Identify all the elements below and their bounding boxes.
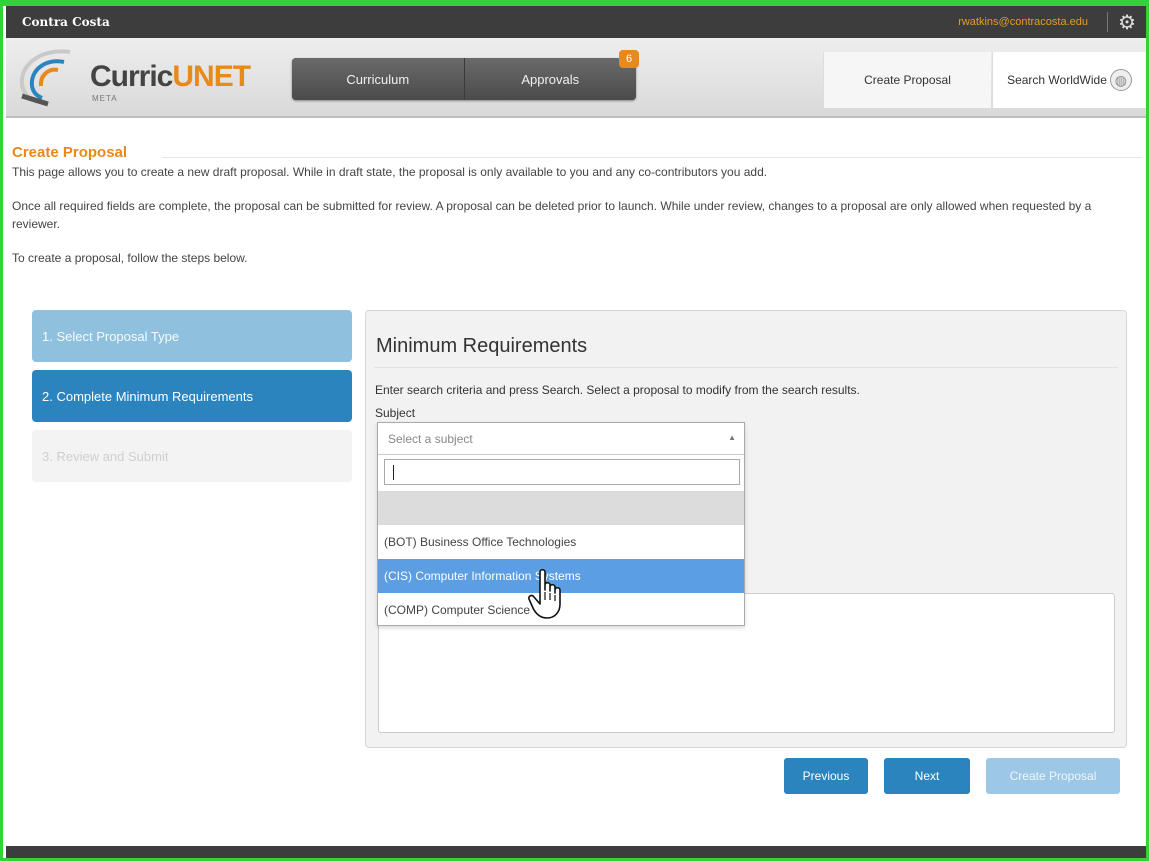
subject-select-placeholder: Select a subject bbox=[388, 431, 473, 446]
panel-divider bbox=[374, 367, 1118, 368]
intro-paragraph-2: Once all required fields are complete, t… bbox=[12, 199, 1092, 231]
intro-paragraph-3: To create a proposal, follow the steps b… bbox=[12, 251, 248, 265]
text-caret bbox=[393, 465, 394, 480]
logo-meta-text: META bbox=[92, 94, 118, 103]
globe-icon: ◍ bbox=[1109, 69, 1132, 91]
subject-option-bot[interactable]: (BOT) Business Office Technologies bbox=[378, 525, 744, 559]
step-complete-minimum-requirements[interactable]: 2. Complete Minimum Requirements bbox=[32, 370, 352, 422]
panel-description: Enter search criteria and press Search. … bbox=[375, 383, 860, 397]
nav-curriculum-button[interactable]: Curriculum bbox=[292, 58, 465, 100]
step-select-proposal-type[interactable]: 1. Select Proposal Type bbox=[32, 310, 352, 362]
subject-select[interactable]: Select a subject ▲ bbox=[378, 423, 744, 455]
panel-title: Minimum Requirements bbox=[376, 335, 588, 357]
logo-swirl-icon bbox=[19, 49, 71, 107]
subject-search-input[interactable] bbox=[384, 459, 740, 485]
user-email-link[interactable]: rwatkins@contracosta.edu bbox=[958, 16, 1088, 28]
create-proposal-tab-label: Create Proposal bbox=[864, 73, 951, 87]
footer-bar bbox=[6, 846, 1146, 861]
create-proposal-tab[interactable]: Create Proposal bbox=[823, 52, 991, 108]
main-nav: Curriculum Approvals bbox=[292, 58, 636, 100]
title-divider bbox=[162, 157, 1142, 158]
create-proposal-button[interactable]: Create Proposal bbox=[986, 758, 1120, 794]
hand-pointer-icon bbox=[528, 568, 561, 619]
curricunet-logo[interactable]: CurricUNET META bbox=[12, 44, 262, 108]
chevron-up-icon: ▲ bbox=[728, 433, 736, 442]
org-name: Contra Costa bbox=[22, 15, 110, 29]
subject-label: Subject bbox=[375, 406, 416, 420]
page-content: Create Proposal This page allows you to … bbox=[12, 144, 1142, 267]
logo-wordmark: CurricUNET bbox=[90, 60, 251, 93]
gear-icon[interactable]: ⚙ bbox=[1118, 10, 1136, 34]
search-worldwide-tab[interactable]: Search WorldWide ◍ bbox=[992, 52, 1146, 108]
approvals-count-badge: 6 bbox=[619, 50, 639, 68]
page-title: Create Proposal bbox=[12, 144, 128, 161]
subject-option-blank[interactable] bbox=[378, 491, 744, 525]
intro-paragraph-1: This page allows you to create a new dra… bbox=[12, 165, 768, 179]
search-worldwide-tab-label: Search WorldWide bbox=[1007, 73, 1107, 87]
app-header: CurricUNET META Curriculum Approvals 6 C… bbox=[6, 38, 1146, 118]
top-bar: Contra Costa rwatkins@contracosta.edu ⚙ bbox=[6, 6, 1146, 38]
previous-button[interactable]: Previous bbox=[784, 758, 868, 794]
topbar-divider bbox=[1107, 12, 1108, 32]
step-review-and-submit: 3. Review and Submit bbox=[32, 430, 352, 482]
steps-list: 1. Select Proposal Type 2. Complete Mini… bbox=[32, 310, 352, 490]
nav-approvals-button[interactable]: Approvals bbox=[464, 58, 636, 100]
next-button[interactable]: Next bbox=[884, 758, 970, 794]
